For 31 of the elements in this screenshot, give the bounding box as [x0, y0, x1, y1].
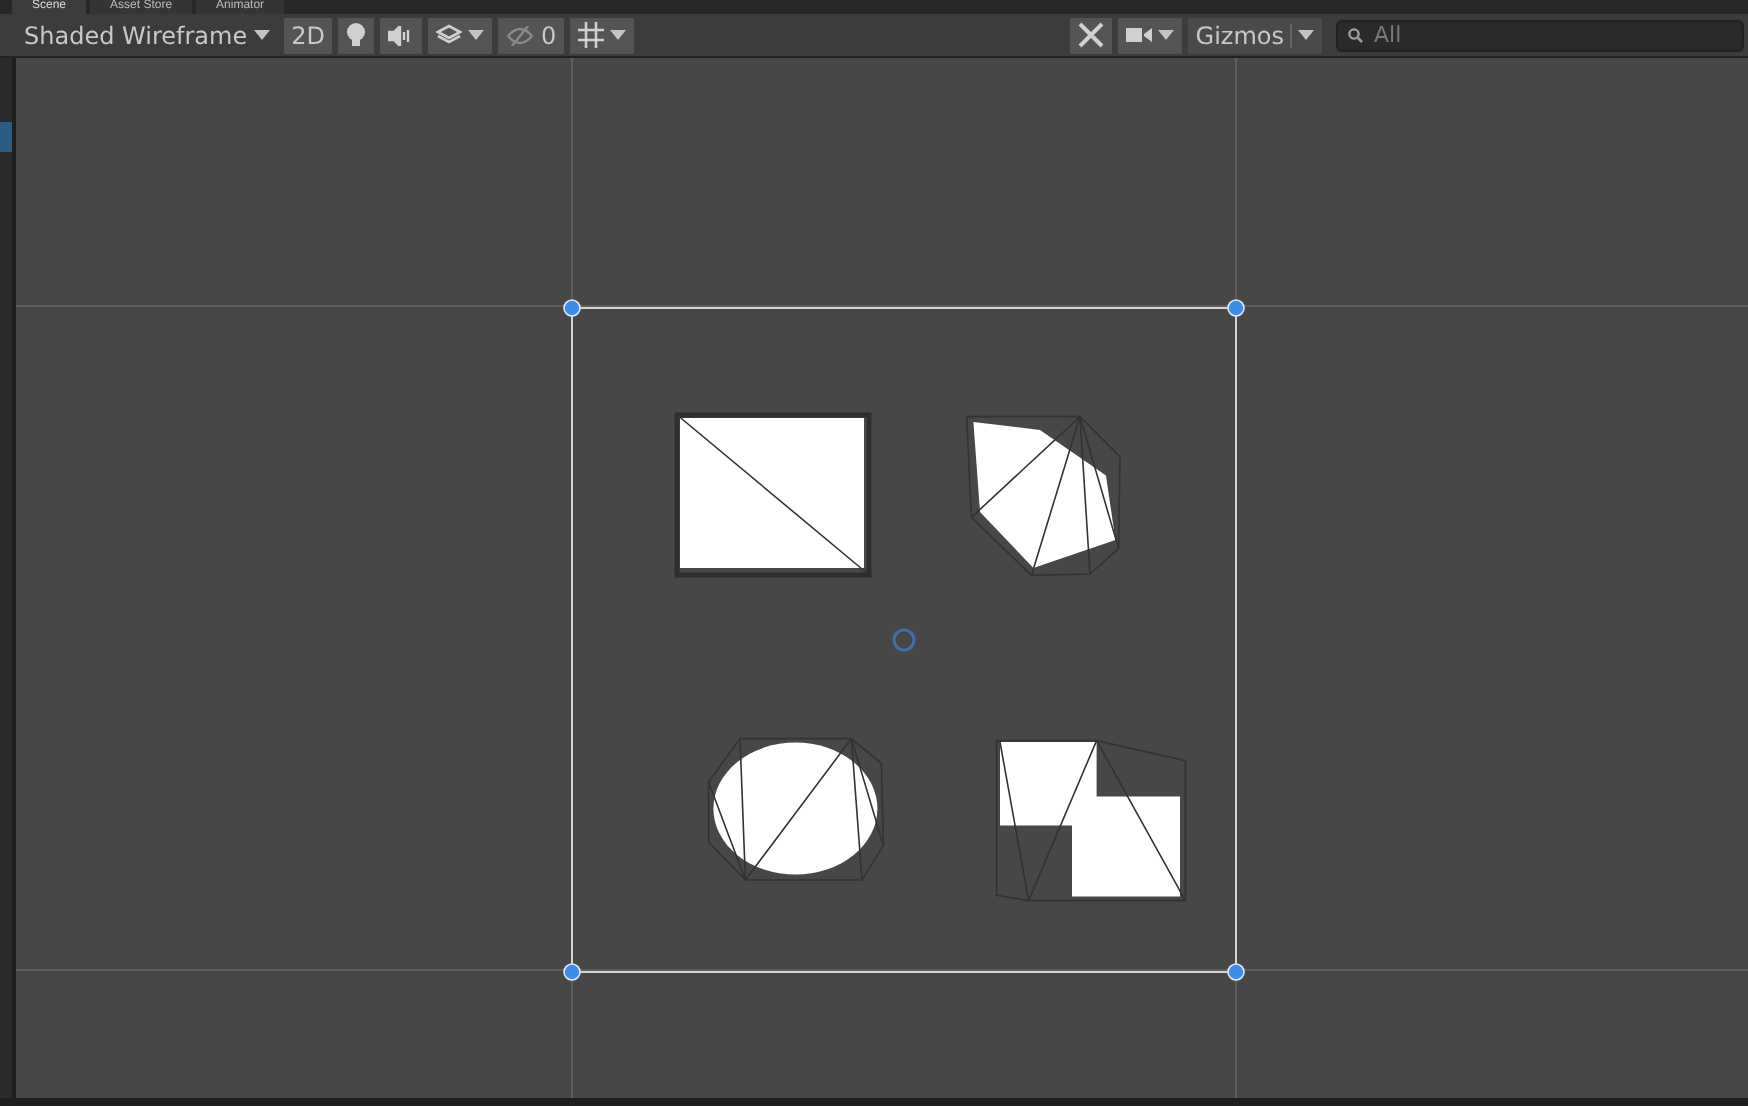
gizmos-dropdown[interactable]: Gizmos: [1187, 17, 1322, 53]
grid-dropdown[interactable]: [570, 17, 635, 53]
2d-mode-button[interactable]: 2D: [283, 17, 333, 53]
tools-button[interactable]: [1069, 17, 1112, 53]
lighting-button[interactable]: [338, 17, 375, 53]
speaker-icon: [388, 25, 415, 45]
hidden-objects-toggle[interactable]: 0: [498, 17, 565, 53]
tools-icon: [1077, 22, 1104, 48]
search-input[interactable]: All: [1374, 22, 1732, 48]
resize-handle[interactable]: [563, 963, 581, 981]
eye-slash-icon: [506, 25, 535, 45]
resize-handle[interactable]: [1227, 963, 1245, 981]
effects-dropdown[interactable]: [428, 17, 493, 53]
resize-handle[interactable]: [563, 299, 581, 317]
caret-icon: [610, 30, 627, 40]
caret-icon: [1157, 30, 1174, 40]
grid-icon: [578, 22, 605, 48]
camera-dropdown[interactable]: [1117, 17, 1182, 53]
audio-button[interactable]: [380, 17, 423, 53]
panel-selection-highlight: [0, 122, 12, 152]
search-icon: [1348, 27, 1366, 43]
caret-icon: [253, 30, 270, 40]
camera-icon: [1125, 26, 1152, 44]
caret-icon: [1298, 30, 1314, 40]
lightbulb-icon: [346, 22, 367, 48]
layers-icon: [436, 24, 463, 46]
pivot-handle[interactable]: [892, 628, 916, 652]
caret-icon: [468, 30, 485, 40]
resize-handle[interactable]: [1227, 299, 1245, 317]
search-field[interactable]: All: [1336, 19, 1744, 51]
scene-viewport[interactable]: [16, 58, 1748, 1098]
